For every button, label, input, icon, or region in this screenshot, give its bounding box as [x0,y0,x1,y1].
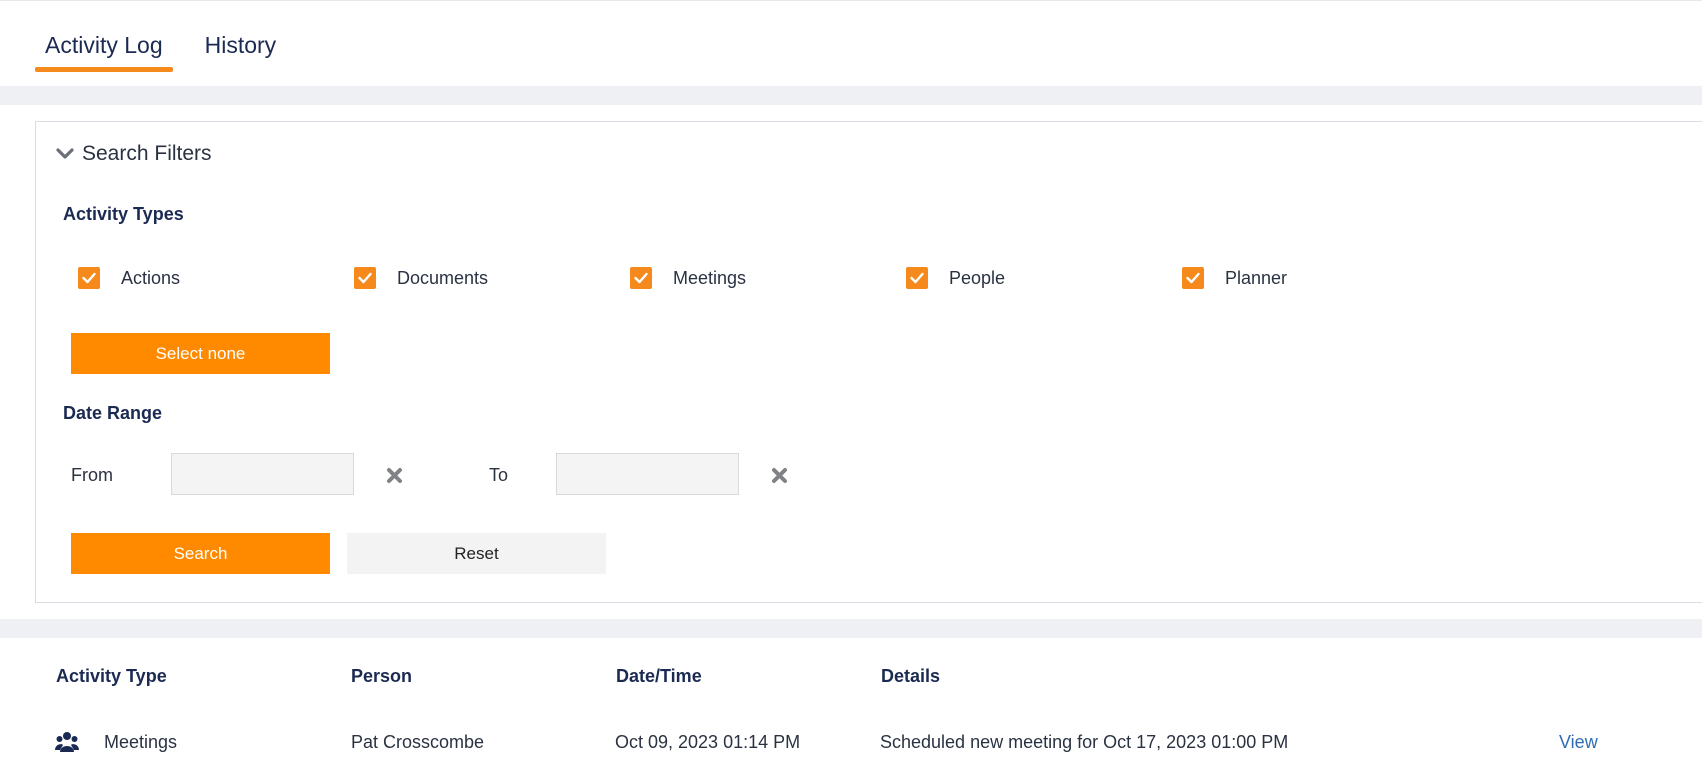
search-button[interactable]: Search [71,533,330,574]
view-link[interactable]: View [1559,732,1598,753]
checkbox-people[interactable]: People [906,267,1005,289]
checkbox-checked-icon [906,267,928,289]
column-header-person[interactable]: Person [351,666,412,687]
to-label: To [489,465,509,485]
to-date-input[interactable] [556,453,739,495]
from-label: From [71,465,113,485]
top-border [0,0,1702,1]
search-filters-title: Search Filters [82,142,212,165]
checkbox-checked-icon [1182,267,1204,289]
clear-from-icon[interactable] [386,467,403,484]
select-none-button[interactable]: Select none [71,333,330,374]
cell-datetime: Oct 09, 2023 01:14 PM [615,732,801,752]
checkbox-actions[interactable]: Actions [78,267,180,289]
checkbox-documents[interactable]: Documents [354,267,488,289]
checkbox-checked-icon [78,267,100,289]
people-icon [55,732,79,752]
cell-activity-type: Meetings [104,732,178,752]
from-date-input[interactable] [171,453,354,495]
search-filters-panel: Search Filters Activity Types Actions Do… [35,121,1702,603]
tab-activity-log[interactable]: Activity Log [35,30,173,72]
checkbox-label: Meetings [673,267,747,288]
section-divider [0,86,1702,105]
search-filters-toggle[interactable]: Search Filters [56,142,212,166]
column-header-datetime[interactable]: Date/Time [616,666,702,687]
tab-bar: Activity Log History [35,30,286,72]
checkbox-label: Actions [121,267,181,288]
chevron-down-icon [56,148,74,159]
activity-types-label: Activity Types [63,204,184,224]
checkbox-label: People [949,267,1006,288]
column-header-details[interactable]: Details [881,666,940,687]
clear-to-icon[interactable] [771,467,788,484]
section-divider [0,619,1702,638]
cell-details: Scheduled new meeting for Oct 17, 2023 0… [880,732,1289,752]
column-header-activity-type[interactable]: Activity Type [56,666,167,687]
tab-history[interactable]: History [195,30,287,72]
cell-person: Pat Crosscombe [351,732,485,752]
date-range-label: Date Range [63,403,163,423]
checkbox-checked-icon [354,267,376,289]
checkbox-label: Documents [397,267,489,288]
checkbox-label: Planner [1225,267,1288,288]
reset-button[interactable]: Reset [347,533,606,574]
checkbox-meetings[interactable]: Meetings [630,267,746,289]
checkbox-planner[interactable]: Planner [1182,267,1287,289]
checkbox-checked-icon [630,267,652,289]
